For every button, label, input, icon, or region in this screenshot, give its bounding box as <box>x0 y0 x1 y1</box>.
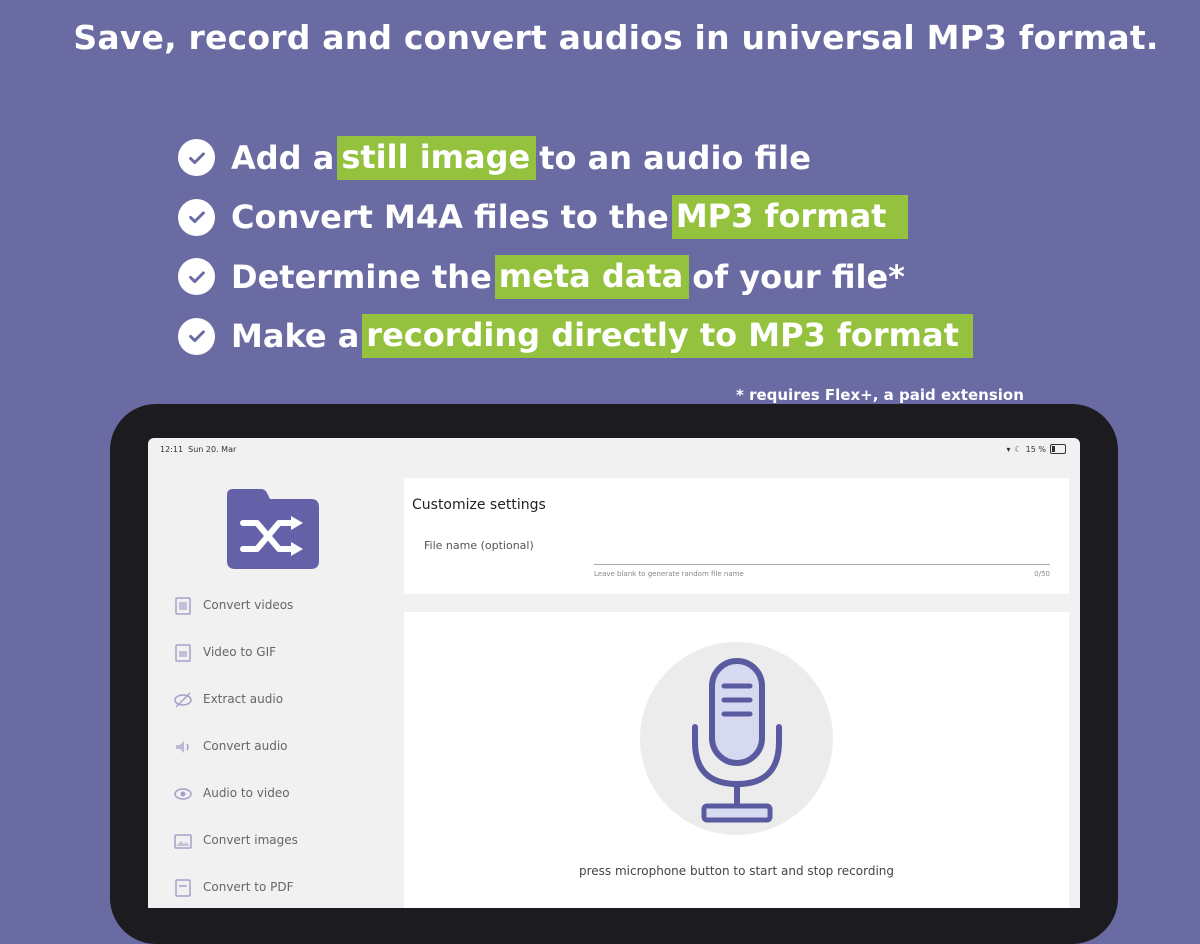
pdf-icon <box>175 879 191 897</box>
microphone-icon <box>692 658 782 823</box>
wifi-icon: ▾ <box>1006 444 1011 454</box>
feature-text: Add a <box>231 138 335 177</box>
check-icon <box>178 139 215 177</box>
record-button[interactable] <box>640 642 833 835</box>
feature-text: to an audio file <box>539 138 811 177</box>
eye-icon <box>174 788 192 800</box>
status-time: 12:11 Sun 20. Mar <box>160 445 237 454</box>
settings-card: Customize settings File name (optional) … <box>404 478 1069 594</box>
feature-text: of your file* <box>692 257 905 296</box>
feature-item: Add a still image to an audio file <box>178 128 976 188</box>
feature-highlight: still image <box>337 135 537 180</box>
sidebar-item-label: Audio to video <box>203 786 290 800</box>
speaker-icon <box>176 741 189 753</box>
feature-highlight: MP3 format <box>671 195 909 240</box>
battery-icon <box>1050 444 1066 454</box>
check-icon <box>178 198 215 236</box>
feature-item: Make a recording directly to MP3 format <box>178 307 976 367</box>
sidebar-item-label: Extract audio <box>203 692 284 706</box>
sidebar-item-label: Convert images <box>203 833 298 847</box>
app-logo <box>223 485 323 575</box>
feature-highlight: meta data <box>494 254 690 299</box>
status-bar: 12:11 Sun 20. Mar ▾ ☾ 15 % <box>148 438 1080 460</box>
feature-highlight: recording directly to MP3 format <box>362 314 973 359</box>
sidebar-item-label: Convert videos <box>203 598 294 612</box>
video-file-icon <box>175 597 191 615</box>
sidebar-item-label: Video to GIF <box>203 645 277 659</box>
sidebar-item-extract-audio[interactable]: Extract audio <box>173 692 298 739</box>
feature-item: Determine the meta data of your file* <box>178 247 976 307</box>
sidebar-item-convert-images[interactable]: Convert images <box>173 833 298 880</box>
gif-icon <box>175 644 191 662</box>
feature-text: Make a <box>231 317 360 356</box>
headline: Save, record and convert audios in unive… <box>73 18 1159 57</box>
extract-audio-icon <box>174 692 192 708</box>
feature-text: Convert M4A files to the <box>231 198 669 237</box>
sidebar-item-convert-videos[interactable]: Convert videos <box>173 597 298 645</box>
feature-item: Convert M4A files to the MP3 format <box>178 188 976 248</box>
file-name-label: File name (optional) <box>424 539 534 552</box>
sidebar-item-convert-audio[interactable]: Convert audio <box>173 739 298 786</box>
file-name-input[interactable] <box>594 564 1050 565</box>
sidebar-item-label: Convert audio <box>203 739 288 753</box>
check-icon <box>178 258 215 296</box>
file-name-hint: Leave blank to generate random file name <box>594 570 744 578</box>
status-right: ▾ ☾ 15 % <box>1006 444 1066 454</box>
check-icon <box>178 317 215 355</box>
recorder-caption: press microphone button to start and sto… <box>578 864 895 878</box>
sidebar-item-convert-to-pdf[interactable]: Convert to PDF <box>173 879 298 908</box>
recorder-card: press microphone button to start and sto… <box>404 612 1069 908</box>
feature-list: Add a still image to an audio file Conve… <box>178 128 976 366</box>
battery-level: 15 % <box>1025 444 1046 454</box>
feature-text: Determine the <box>231 257 492 296</box>
moon-icon: ☾ <box>1014 444 1022 454</box>
app-screen: 12:11 Sun 20. Mar ▾ ☾ 15 % Convert video… <box>148 438 1080 908</box>
image-icon <box>174 834 192 849</box>
sidebar-item-video-to-gif[interactable]: Video to GIF <box>173 644 298 692</box>
sidebar: Convert videos Video to GIF Extract audi… <box>173 597 298 908</box>
settings-title: Customize settings <box>412 497 546 513</box>
file-name-counter: 0/50 <box>1034 570 1050 578</box>
sidebar-item-label: Convert to PDF <box>203 880 294 894</box>
sidebar-item-audio-to-video[interactable]: Audio to video <box>173 786 298 833</box>
footnote: * requires Flex+, a paid extension <box>736 386 1024 404</box>
